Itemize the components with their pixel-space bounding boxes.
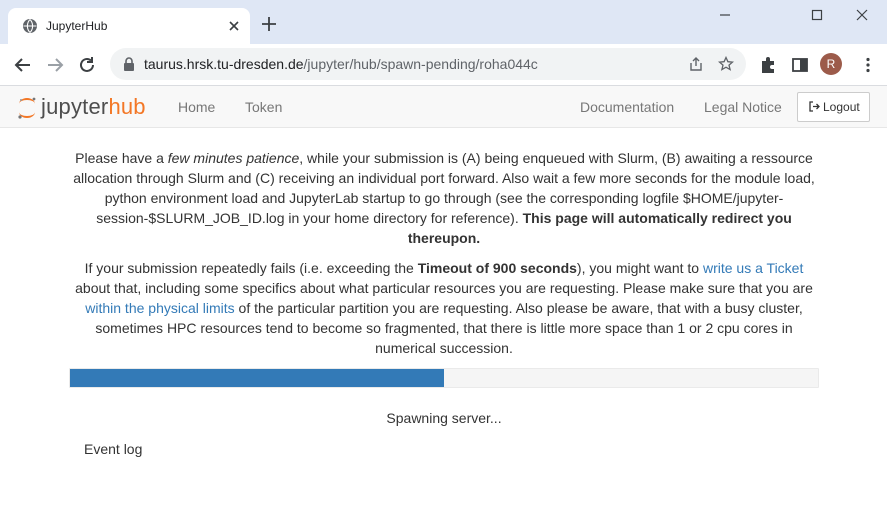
url-text[interactable]: taurus.hrsk.tu-dresden.de/jupyter/hub/sp… xyxy=(144,56,538,72)
profile-avatar[interactable]: R xyxy=(820,53,842,75)
plus-icon[interactable] xyxy=(260,15,278,33)
arrow-right-icon[interactable] xyxy=(44,54,66,76)
logout-label: Logout xyxy=(823,100,860,114)
nav-legal-notice-link[interactable]: Legal Notice xyxy=(704,99,782,115)
ticket-link[interactable]: write us a Ticket xyxy=(703,260,803,276)
puzzle-icon[interactable] xyxy=(758,55,778,75)
star-icon[interactable] xyxy=(718,56,734,72)
kebab-menu-icon[interactable] xyxy=(858,55,878,75)
few-minutes-emphasis: few minutes patience xyxy=(167,150,300,166)
side-panel-icon[interactable] xyxy=(790,55,810,75)
spawn-pending-message: Please have a few minutes patience, whil… xyxy=(70,148,818,368)
jupyter-logo-icon xyxy=(18,97,36,119)
logout-button[interactable]: Logout xyxy=(797,92,870,122)
address-bar[interactable]: taurus.hrsk.tu-dresden.de/jupyter/hub/sp… xyxy=(110,48,746,80)
browser-tab[interactable]: JupyterHub xyxy=(8,8,250,44)
browser-toolbar: taurus.hrsk.tu-dresden.de/jupyter/hub/sp… xyxy=(0,44,887,86)
close-icon[interactable] xyxy=(226,18,242,34)
spawn-progress xyxy=(69,368,819,388)
sign-out-icon xyxy=(809,101,820,112)
lock-icon[interactable] xyxy=(122,56,136,72)
failure-paragraph: If your submission repeatedly fails (i.e… xyxy=(75,260,813,356)
nav-token-link[interactable]: Token xyxy=(245,99,282,115)
tab-title: JupyterHub xyxy=(46,19,108,33)
browser-titlebar: JupyterHub xyxy=(0,0,887,44)
nav-home-link[interactable]: Home xyxy=(178,99,215,115)
physical-limits-link[interactable]: within the physical limits xyxy=(85,300,234,316)
jupyterhub-wordmark: jupyterhub xyxy=(41,94,146,119)
reload-icon[interactable] xyxy=(76,54,98,76)
share-icon[interactable] xyxy=(688,56,704,72)
patience-paragraph: Please have a few minutes patience, whil… xyxy=(73,150,815,246)
maximize-icon[interactable] xyxy=(806,6,828,24)
minimize-icon[interactable] xyxy=(714,6,736,24)
nav-documentation-link[interactable]: Documentation xyxy=(580,99,674,115)
progress-bar-fill xyxy=(70,369,444,387)
spawn-status-text: Spawning server... xyxy=(386,410,502,426)
window-close-icon[interactable] xyxy=(851,6,873,24)
jupyterhub-logo[interactable]: jupyterhub xyxy=(16,93,166,121)
timeout-notice: Timeout of 900 seconds xyxy=(417,260,577,276)
url-host: taurus.hrsk.tu-dresden.de xyxy=(144,56,304,72)
jupyterhub-navbar: jupyterhub Home Token Documentation Lega… xyxy=(0,86,887,128)
globe-icon xyxy=(23,19,37,33)
event-log-toggle[interactable]: Event log xyxy=(84,440,142,458)
arrow-left-icon[interactable] xyxy=(12,54,34,76)
url-path: /jupyter/hub/spawn-pending/roha044c xyxy=(303,56,538,72)
